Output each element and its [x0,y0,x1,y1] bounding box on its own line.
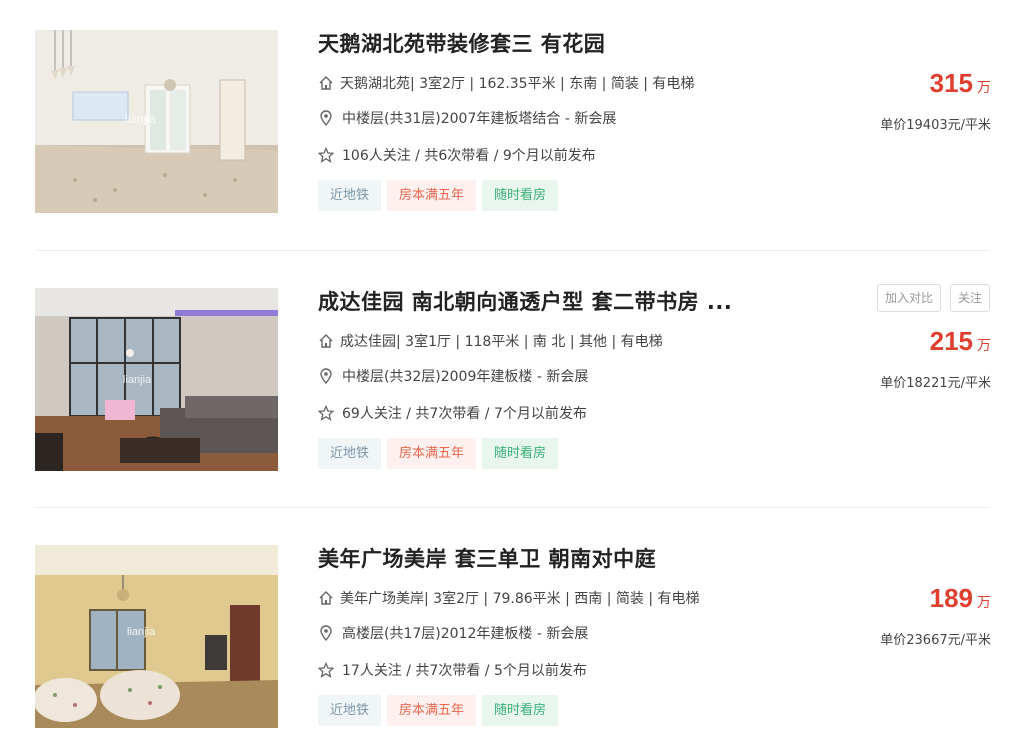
position-info: 中楼层(共31层)2007年建板塔结合 - 新会展 [318,108,616,128]
tag-visit-anytime: 随时看房 [482,180,559,211]
tag-visit-anytime: 随时看房 [482,695,559,726]
listing-photo[interactable]: lianjia [35,30,278,213]
total-price: 215 万 [930,326,991,357]
listing-title[interactable]: 天鹅湖北苑带装修套三 有花园 [318,28,605,58]
tag-five-years: 房本满五年 [387,438,477,469]
house-icon [318,75,334,91]
listing-photo[interactable]: lianjia [35,288,278,471]
tag-five-years: 房本满五年 [387,695,477,726]
star-icon [318,405,334,421]
listing-card[interactable]: lianjia 成达佳园 南北朝向通透户型 套二带书房 ... 成达佳园 | 3… [0,258,1023,498]
listing-actions: 加入对比 关注 [876,284,990,312]
divider [35,507,990,508]
listing-title[interactable]: 美年广场美岸 套三单卫 朝南对中庭 [318,543,656,573]
listing-card[interactable]: lianjia 天鹅湖北苑带装修套三 有花园 天鹅湖北苑 | 3室2厅 | 16… [0,0,1023,240]
listing-photo[interactable]: lianjia [35,545,278,728]
price-unit: 万 [977,338,991,354]
price-value: 315 [929,68,973,98]
house-icon [318,590,334,606]
listing-card[interactable]: lianjia 美年广场美岸 套三单卫 朝南对中庭 美年广场美岸 | 3室2厅 … [0,515,1023,745]
location-pin-icon [318,110,334,126]
position-text: 中楼层(共31层)2007年建板塔结合 - 新会展 [342,111,617,127]
svg-text:lianjia: lianjia [123,374,152,386]
price-value: 189 [929,583,973,613]
house-info: 美年广场美岸 | 3室2厅 | 79.86平米 | 西南 | 简装 | 有电梯 [318,588,700,608]
house-details: | 3室2厅 | 162.35平米 | 东南 | 简装 | 有电梯 [410,76,695,92]
tag-visit-anytime: 随时看房 [482,438,559,469]
follow-text: 106人关注 / 共6次带看 / 9个月以前发布 [342,148,596,164]
location-pin-icon [318,625,334,641]
follow-text: 17人关注 / 共7次带看 / 5个月以前发布 [342,663,587,679]
tag-list: 近地铁 房本满五年 随时看房 [318,438,559,469]
follow-info: 69人关注 / 共7次带看 / 7个月以前发布 [318,403,587,423]
add-to-compare-button[interactable]: 加入对比 [876,284,941,312]
community-link[interactable]: 成达佳园 [340,331,396,351]
unit-price: 单价23667元/平米 [880,633,991,648]
position-info: 中楼层(共32层)2009年建板楼 - 新会展 [318,366,588,386]
location-pin-icon [318,368,334,384]
community-link[interactable]: 美年广场美岸 [340,588,424,608]
total-price: 189 万 [930,583,991,614]
tag-near-subway: 近地铁 [318,695,382,726]
house-info: 天鹅湖北苑 | 3室2厅 | 162.35平米 | 东南 | 简装 | 有电梯 [318,73,694,93]
follow-text: 69人关注 / 共7次带看 / 7个月以前发布 [342,406,587,422]
unit-price: 单价19403元/平米 [880,118,991,133]
price-unit: 万 [977,80,991,96]
position-text: 高楼层(共17层)2012年建板楼 - 新会展 [342,626,589,642]
divider [35,250,990,251]
position-info: 高楼层(共17层)2012年建板楼 - 新会展 [318,623,588,643]
house-icon [318,333,334,349]
unit-price: 单价18221元/平米 [880,376,991,391]
position-text: 中楼层(共32层)2009年建板楼 - 新会展 [342,369,589,385]
house-details: | 3室1厅 | 118平米 | 南 北 | 其他 | 有电梯 [396,334,663,350]
tag-near-subway: 近地铁 [318,438,382,469]
price-value: 215 [929,326,973,356]
house-info: 成达佳园 | 3室1厅 | 118平米 | 南 北 | 其他 | 有电梯 [318,331,663,351]
house-details: | 3室2厅 | 79.86平米 | 西南 | 简装 | 有电梯 [424,591,700,607]
follow-button[interactable]: 关注 [949,284,990,312]
room-photo-image: lianjia [35,288,278,471]
tag-near-subway: 近地铁 [318,180,382,211]
room-photo-image: lianjia [35,545,278,728]
svg-text:lianjia: lianjia [127,626,156,638]
follow-info: 17人关注 / 共7次带看 / 5个月以前发布 [318,660,587,680]
tag-list: 近地铁 房本满五年 随时看房 [318,180,559,211]
price-unit: 万 [977,595,991,611]
follow-info: 106人关注 / 共6次带看 / 9个月以前发布 [318,145,596,165]
star-icon [318,147,334,163]
community-link[interactable]: 天鹅湖北苑 [340,73,410,93]
room-photo-image: lianjia [35,30,278,213]
star-icon [318,662,334,678]
total-price: 315 万 [930,68,991,99]
tag-five-years: 房本满五年 [387,180,477,211]
tag-list: 近地铁 房本满五年 随时看房 [318,695,559,726]
listing-title[interactable]: 成达佳园 南北朝向通透户型 套二带书房 ... [318,286,732,316]
svg-text:lianjia: lianjia [125,112,156,126]
